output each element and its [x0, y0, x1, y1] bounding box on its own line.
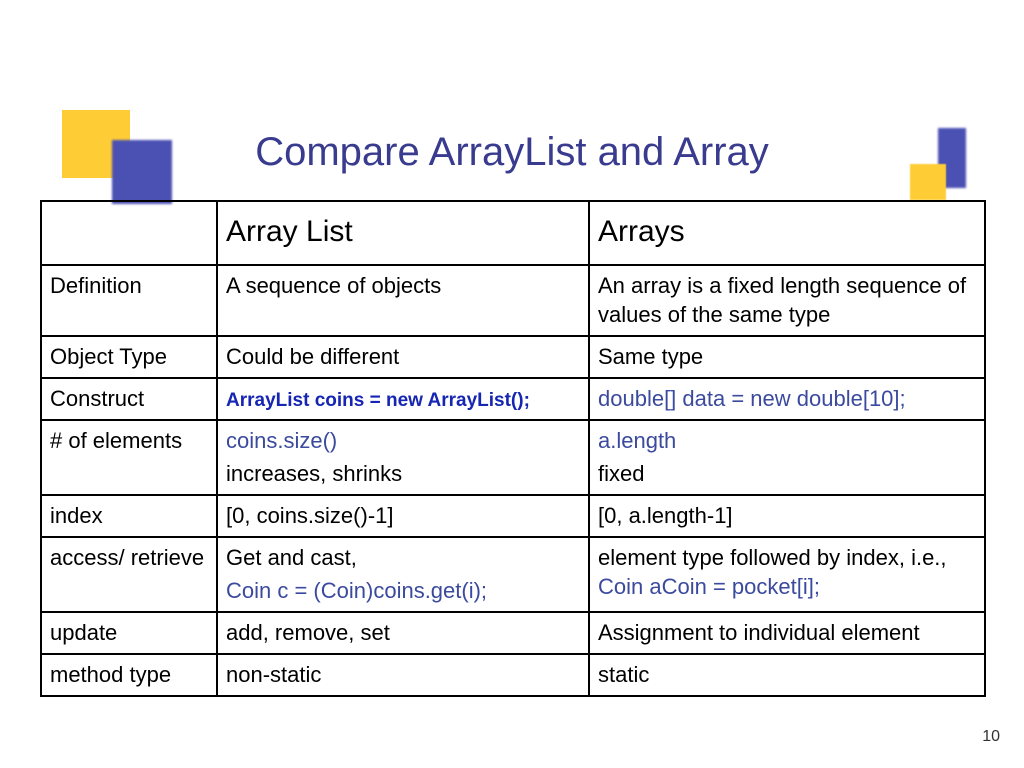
row-label: Definition [41, 265, 217, 336]
cell-arrays: double[] data = new double[10]; [589, 378, 985, 420]
cell-arrays: Same type [589, 336, 985, 378]
code-snippet: double[] data = new double[10]; [598, 386, 906, 411]
cell-text: Get and cast, [226, 543, 580, 572]
header-blank [41, 201, 217, 265]
code-snippet: Coin c = (Coin)coins.get(i); [226, 576, 580, 605]
cell-text: increases, shrinks [226, 459, 580, 488]
table-row: method type non-static static [41, 654, 985, 696]
row-label: access/ retrieve [41, 537, 217, 612]
table-row: index [0, coins.size()-1] [0, a.length-1… [41, 495, 985, 537]
table-row: Object Type Could be different Same type [41, 336, 985, 378]
header-arrays: Arrays [589, 201, 985, 265]
cell-arraylist: add, remove, set [217, 612, 589, 654]
cell-arrays: Assignment to individual element [589, 612, 985, 654]
header-arraylist: Array List [217, 201, 589, 265]
row-label: update [41, 612, 217, 654]
cell-arraylist: [0, coins.size()-1] [217, 495, 589, 537]
cell-arraylist: A sequence of objects [217, 265, 589, 336]
cell-text: element type followed by index, i.e., [598, 545, 947, 570]
table-row: access/ retrieve Get and cast, Coin c = … [41, 537, 985, 612]
cell-arrays: a.length fixed [589, 420, 985, 495]
table-header-row: Array List Arrays [41, 201, 985, 265]
table-row: Definition A sequence of objects An arra… [41, 265, 985, 336]
page-number: 10 [982, 728, 1000, 746]
row-label: index [41, 495, 217, 537]
cell-arrays: [0, a.length-1] [589, 495, 985, 537]
code-snippet: Coin aCoin = pocket[i]; [598, 574, 820, 599]
row-label: # of elements [41, 420, 217, 495]
code-snippet: coins.size() [226, 426, 580, 455]
table-row: update add, remove, set Assignment to in… [41, 612, 985, 654]
cell-arraylist: ArrayList coins = new ArrayList(); [217, 378, 589, 420]
cell-arrays: static [589, 654, 985, 696]
cell-arraylist: Could be different [217, 336, 589, 378]
cell-arrays: element type followed by index, i.e., Co… [589, 537, 985, 612]
table-row: Construct ArrayList coins = new ArrayLis… [41, 378, 985, 420]
row-label: method type [41, 654, 217, 696]
comparison-table: Array List Arrays Definition A sequence … [40, 200, 984, 697]
cell-arrays: An array is a fixed length sequence of v… [589, 265, 985, 336]
cell-arraylist: non-static [217, 654, 589, 696]
code-snippet: ArrayList coins = new ArrayList(); [226, 390, 530, 411]
code-snippet: a.length [598, 426, 976, 455]
cell-arraylist: Get and cast, Coin c = (Coin)coins.get(i… [217, 537, 589, 612]
row-label: Construct [41, 378, 217, 420]
table-row: # of elements coins.size() increases, sh… [41, 420, 985, 495]
cell-text: fixed [598, 459, 976, 488]
cell-arraylist: coins.size() increases, shrinks [217, 420, 589, 495]
row-label: Object Type [41, 336, 217, 378]
slide-title: Compare ArrayList and Array [0, 130, 1024, 175]
